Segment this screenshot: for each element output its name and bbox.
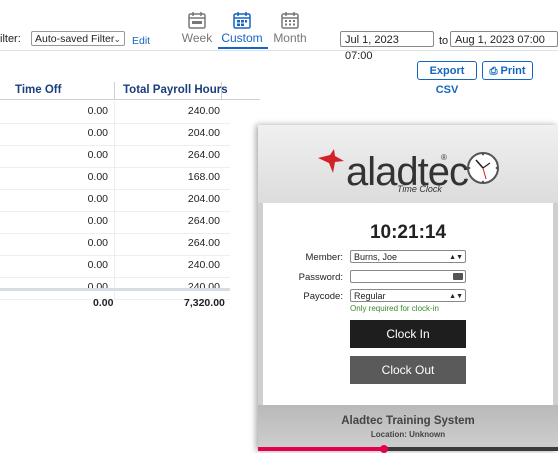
calendar-week-icon [188, 12, 206, 29]
tab-week[interactable]: Week [173, 8, 221, 45]
table-row: 0.00 168.00 [0, 167, 230, 190]
time-clock-footer: Aladtec Training System Location: Unknow… [258, 405, 558, 451]
registered-mark: ® [441, 153, 447, 162]
column-divider [114, 82, 115, 100]
cell-time-off: 0.00 [87, 281, 108, 293]
tab-custom[interactable]: Custom [218, 8, 266, 45]
header-divider [0, 50, 558, 51]
edit-filter-link[interactable]: Edit [132, 35, 150, 47]
date-range-separator: to [439, 35, 449, 47]
password-label: Password: [298, 272, 343, 283]
member-select-value: Burns, Joe [354, 252, 398, 262]
column-divider [221, 82, 222, 100]
table-row: 0.00 204.00 [0, 189, 230, 212]
cell-total-payroll-hours: 168.00 [187, 171, 220, 183]
column-divider [114, 189, 115, 211]
print-button[interactable]: ⎙ Print [482, 61, 533, 80]
cell-time-off: 0.00 [87, 105, 108, 117]
cell-time-off: 0.00 [87, 149, 108, 161]
print-button-label: Print [500, 65, 526, 77]
table-row: 0.00 240.00 [0, 101, 230, 124]
keyboard-icon[interactable] [453, 273, 463, 280]
system-name: Aladtec Training System [341, 415, 475, 427]
member-label: Member: [305, 252, 343, 263]
table-row: 0.00 240.00 [0, 255, 230, 278]
cell-time-off: 0.00 [87, 215, 108, 227]
column-header-time-off[interactable]: Time Off [15, 82, 61, 99]
cell-total-payroll-hours: 240.00 [187, 281, 220, 293]
cell-total-payroll-hours: 240.00 [187, 105, 220, 117]
tab-custom-label: Custom [221, 31, 263, 45]
cell-time-off: 0.00 [87, 127, 108, 139]
active-tab-indicator [218, 47, 268, 49]
table-row: 0.00 204.00 [0, 123, 230, 146]
tab-month-label: Month [273, 31, 307, 45]
member-select[interactable]: Burns, Joe ▲▼ [350, 250, 466, 263]
end-date-input[interactable]: Aug 1, 2023 07:00 [450, 31, 558, 47]
column-divider [114, 211, 115, 233]
horizontal-scrollbar[interactable] [0, 288, 230, 291]
clock-in-button[interactable]: Clock In [350, 320, 466, 348]
video-progress-bar[interactable] [258, 445, 558, 453]
cell-total-payroll-hours: 264.00 [187, 149, 220, 161]
total-time-off: 0.00 [93, 297, 114, 309]
video-progress-fill [258, 447, 384, 451]
analog-clock-icon [467, 152, 499, 184]
location-text: Location: Unknown [370, 430, 446, 439]
video-progress-handle[interactable] [379, 445, 388, 453]
paycode-label: Paycode: [303, 291, 343, 302]
password-note: Only required for clock-in [350, 304, 439, 313]
table-row: 0.00 264.00 [0, 211, 230, 234]
calendar-month-icon [281, 12, 299, 29]
start-date-input[interactable]: Jul 1, 2023 07:00 [340, 31, 434, 62]
printer-icon: ⎙ [489, 66, 498, 77]
cell-total-payroll-hours: 240.00 [187, 259, 220, 271]
cell-time-off: 0.00 [87, 193, 108, 205]
column-divider [114, 167, 115, 189]
table-row: 0.00 264.00 [0, 145, 230, 168]
column-divider [114, 123, 115, 145]
cell-time-off: 0.00 [87, 237, 108, 249]
chevron-down-icon: ⌄ [113, 34, 121, 44]
time-clock-header: aladtec ® Time Clock [258, 125, 558, 203]
clock-in-form: 10:21:14 Member: Burns, Joe ▲▼ Password:… [263, 203, 553, 405]
paycode-select-value: Regular [354, 291, 386, 301]
cell-total-payroll-hours: 264.00 [187, 215, 220, 227]
dropdown-arrows-icon: ▲▼ [449, 293, 463, 300]
column-divider [114, 145, 115, 167]
paycode-select[interactable]: Regular ▲▼ [350, 289, 466, 302]
tab-week-label: Week [181, 31, 213, 45]
column-divider [114, 255, 115, 277]
calendar-custom-icon [233, 12, 251, 29]
clock-out-button[interactable]: Clock Out [350, 356, 466, 384]
filter-select-value: Auto-saved Filter [35, 33, 115, 45]
current-time: 10:21:14 [369, 222, 447, 243]
total-payroll-hours: 7,320.00 [184, 297, 225, 309]
cell-total-payroll-hours: 204.00 [187, 193, 220, 205]
table-row: 0.00 264.00 [0, 233, 230, 256]
time-clock-subtitle: Time Clock [397, 184, 442, 194]
tab-month[interactable]: Month [266, 8, 314, 45]
cell-time-off: 0.00 [87, 259, 108, 271]
column-divider [114, 233, 115, 255]
password-input[interactable] [350, 270, 466, 283]
header-row-divider [0, 99, 260, 100]
column-divider [114, 101, 115, 123]
filter-select[interactable]: Auto-saved Filter ⌄ [31, 31, 125, 46]
cell-time-off: 0.00 [87, 171, 108, 183]
dropdown-arrows-icon: ▲▼ [449, 254, 463, 261]
aladtec-bird-logo-icon [318, 149, 344, 173]
time-clock-window: aladtec ® Time Clock 10:21:14 Member: Bu… [258, 125, 558, 451]
cell-total-payroll-hours: 264.00 [187, 237, 220, 249]
export-csv-button[interactable]: Export CSV [417, 61, 477, 96]
filter-label: ilter: [0, 33, 21, 45]
column-header-total-payroll-hours[interactable]: Total Payroll Hours [123, 82, 228, 99]
cell-total-payroll-hours: 204.00 [187, 127, 220, 139]
